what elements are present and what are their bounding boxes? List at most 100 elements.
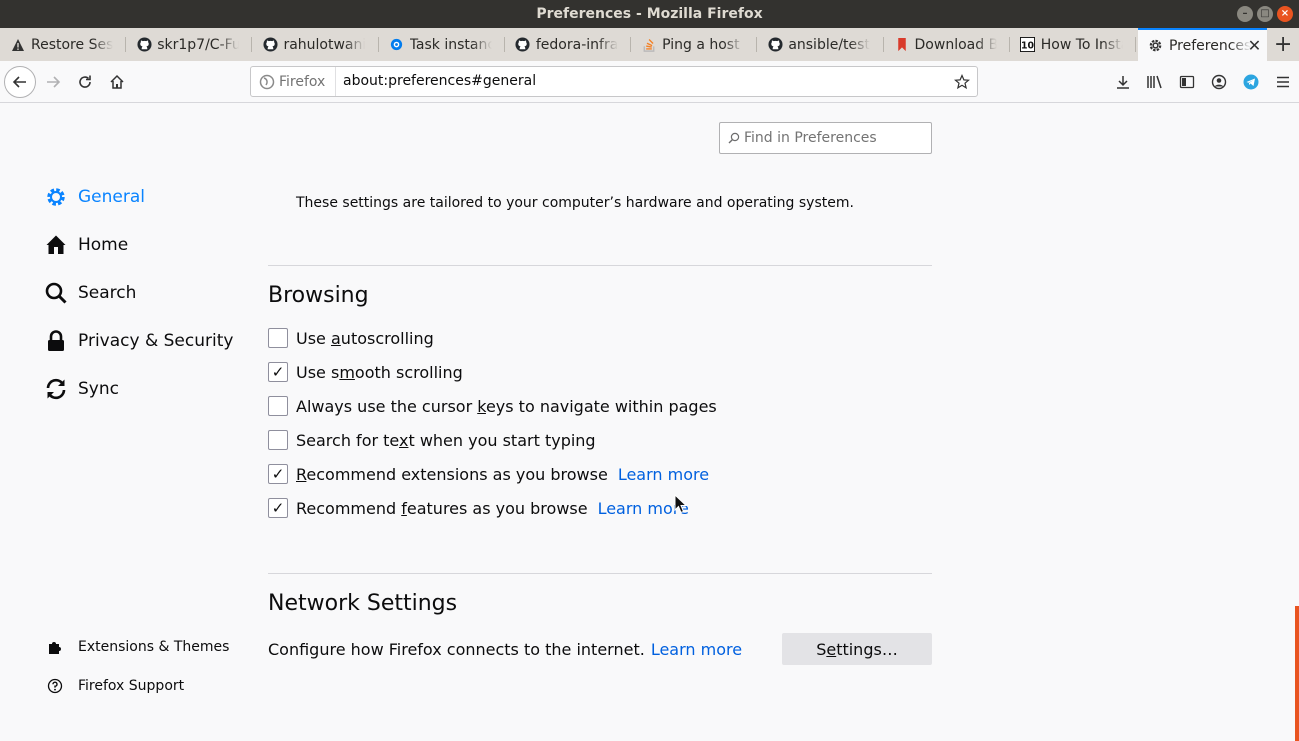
- category-home[interactable]: Home: [44, 229, 128, 261]
- menu-button[interactable]: [1267, 66, 1299, 98]
- tab-ping-host[interactable]: Ping a host in: [631, 28, 758, 61]
- gear-blue-icon: [389, 37, 405, 53]
- section-divider: [268, 573, 932, 574]
- window-controls: – □ ×: [1237, 6, 1293, 22]
- home-icon: [110, 74, 124, 89]
- option-label: Always use the cursor keys to navigate w…: [296, 396, 717, 416]
- search-typing-checkbox[interactable]: [268, 430, 288, 450]
- scrollbar-thumb[interactable]: [1295, 606, 1299, 741]
- bookmark-star-button[interactable]: [951, 71, 973, 93]
- category-search[interactable]: Search: [44, 277, 136, 309]
- sync-icon: [44, 377, 68, 401]
- reload-button[interactable]: [69, 66, 101, 98]
- category-privacy-security[interactable]: Privacy & Security: [44, 325, 233, 357]
- tab-label: Task instance: [409, 36, 492, 53]
- checkmark-icon: ✓: [271, 465, 285, 483]
- mouse-cursor-icon: [674, 494, 688, 514]
- tab-fedora-infra[interactable]: fedora-infra/: [505, 28, 632, 61]
- tab-label: How To Insta: [1040, 36, 1123, 53]
- sidebar-button[interactable]: [1171, 66, 1203, 98]
- checkmark-icon: ✓: [271, 499, 285, 517]
- preferences-page: General Home Search Privacy & Security S…: [0, 104, 1299, 741]
- account-button[interactable]: [1203, 66, 1235, 98]
- category-label: General: [78, 187, 145, 207]
- new-tab-button[interactable]: +: [1267, 28, 1299, 61]
- close-tab-icon[interactable]: ✕: [1248, 36, 1261, 55]
- puzzle-icon: [46, 638, 64, 656]
- telegram-extension-button[interactable]: [1235, 66, 1267, 98]
- learn-more-link[interactable]: Learn more: [651, 640, 742, 659]
- home-icon: [44, 233, 68, 257]
- category-label: Search: [78, 283, 137, 303]
- network-description: Configure how Firefox connects to the in…: [268, 640, 743, 659]
- tab-label: ansible/test-: [788, 36, 871, 53]
- tab-label: Preferences: [1168, 37, 1251, 54]
- option-recommend-features[interactable]: ✓ Recommend features as you browse Learn…: [268, 497, 689, 519]
- search-icon: [728, 132, 740, 144]
- url-bar[interactable]: Firefox about:preferences#general: [250, 66, 978, 97]
- autoscrolling-checkbox[interactable]: [268, 328, 288, 348]
- window-title: Preferences - Mozilla Firefox: [536, 6, 763, 22]
- toolbar-right: [1107, 66, 1299, 98]
- find-in-preferences[interactable]: [719, 122, 932, 154]
- svg-text:10: 10: [1021, 40, 1035, 51]
- section-divider: [268, 265, 932, 266]
- option-label: Search for text when you start typing: [296, 430, 596, 450]
- performance-note: These settings are tailored to your comp…: [296, 195, 854, 211]
- star-icon: [954, 74, 970, 90]
- library-button[interactable]: [1139, 66, 1171, 98]
- learn-more-link[interactable]: Learn more: [618, 465, 709, 484]
- extensions-themes-link[interactable]: Extensions & Themes: [46, 636, 229, 658]
- back-button[interactable]: [4, 66, 36, 98]
- checkmark-icon: ✓: [271, 363, 285, 381]
- footer-label: Firefox Support: [78, 678, 185, 694]
- reload-icon: [79, 75, 91, 88]
- option-search-typing[interactable]: Search for text when you start typing: [268, 429, 596, 451]
- lock-icon: [44, 329, 68, 353]
- tab-label: skr1p7/C-Fuzz: [157, 36, 240, 53]
- option-label: Recommend extensions as you browse: [296, 464, 608, 484]
- tab-strip: Restore Session skr1p7/C-Fuzz rahulotwan…: [0, 28, 1299, 61]
- tab-preferences[interactable]: Preferences ✕: [1137, 28, 1268, 61]
- tab-github-rahulotwani[interactable]: rahulotwani: [252, 28, 379, 61]
- category-sync[interactable]: Sync: [44, 373, 119, 405]
- category-general[interactable]: General: [44, 181, 145, 213]
- hamburger-icon: [1277, 76, 1289, 88]
- minimize-button[interactable]: –: [1237, 6, 1253, 22]
- cursor-keys-checkbox[interactable]: [268, 396, 288, 416]
- identity-box[interactable]: Firefox: [251, 67, 336, 96]
- option-recommend-extensions[interactable]: ✓ Recommend extensions as you browse Lea…: [268, 463, 709, 485]
- option-smooth-scrolling[interactable]: ✓ Use smooth scrolling: [268, 361, 463, 383]
- tab-download[interactable]: Download Bu: [884, 28, 1010, 61]
- close-window-button[interactable]: ×: [1277, 6, 1293, 22]
- option-label: Use smooth scrolling: [296, 362, 463, 382]
- search-input[interactable]: [744, 130, 924, 146]
- home-button[interactable]: [101, 66, 133, 98]
- smooth-scrolling-checkbox[interactable]: ✓: [268, 362, 288, 382]
- tab-label: fedora-infra/: [535, 36, 618, 53]
- tab-task-instance[interactable]: Task instance: [379, 28, 505, 61]
- firefox-support-link[interactable]: Firefox Support: [46, 675, 184, 697]
- option-autoscrolling[interactable]: Use autoscrolling: [268, 327, 434, 349]
- tab-how-to-install[interactable]: 10 How To Insta: [1010, 28, 1136, 61]
- tab-restore-session[interactable]: Restore Session: [0, 28, 127, 61]
- tab-label: Download Bu: [914, 36, 997, 53]
- ten-icon: 10: [1020, 37, 1036, 53]
- identity-label: Firefox: [279, 73, 326, 90]
- tab-github-c-fuzz[interactable]: skr1p7/C-Fuzz: [126, 28, 253, 61]
- url-text[interactable]: about:preferences#general: [343, 67, 536, 96]
- recommend-features-checkbox[interactable]: ✓: [268, 498, 288, 518]
- browsing-heading: Browsing: [268, 283, 369, 308]
- maximize-button[interactable]: □: [1257, 6, 1273, 22]
- connection-settings-button[interactable]: Se ttings…: [782, 633, 932, 665]
- library-icon: [1147, 75, 1162, 89]
- option-cursor-keys[interactable]: Always use the cursor keys to navigate w…: [268, 395, 717, 417]
- category-label: Sync: [78, 379, 119, 399]
- warning-icon: [10, 37, 26, 53]
- downloads-button[interactable]: [1107, 66, 1139, 98]
- forward-button[interactable]: [37, 66, 69, 98]
- recommend-extensions-checkbox[interactable]: ✓: [268, 464, 288, 484]
- tab-label: Ping a host in: [662, 36, 744, 53]
- tab-ansible-test[interactable]: ansible/test-: [757, 28, 884, 61]
- category-label: Privacy & Security: [78, 331, 234, 351]
